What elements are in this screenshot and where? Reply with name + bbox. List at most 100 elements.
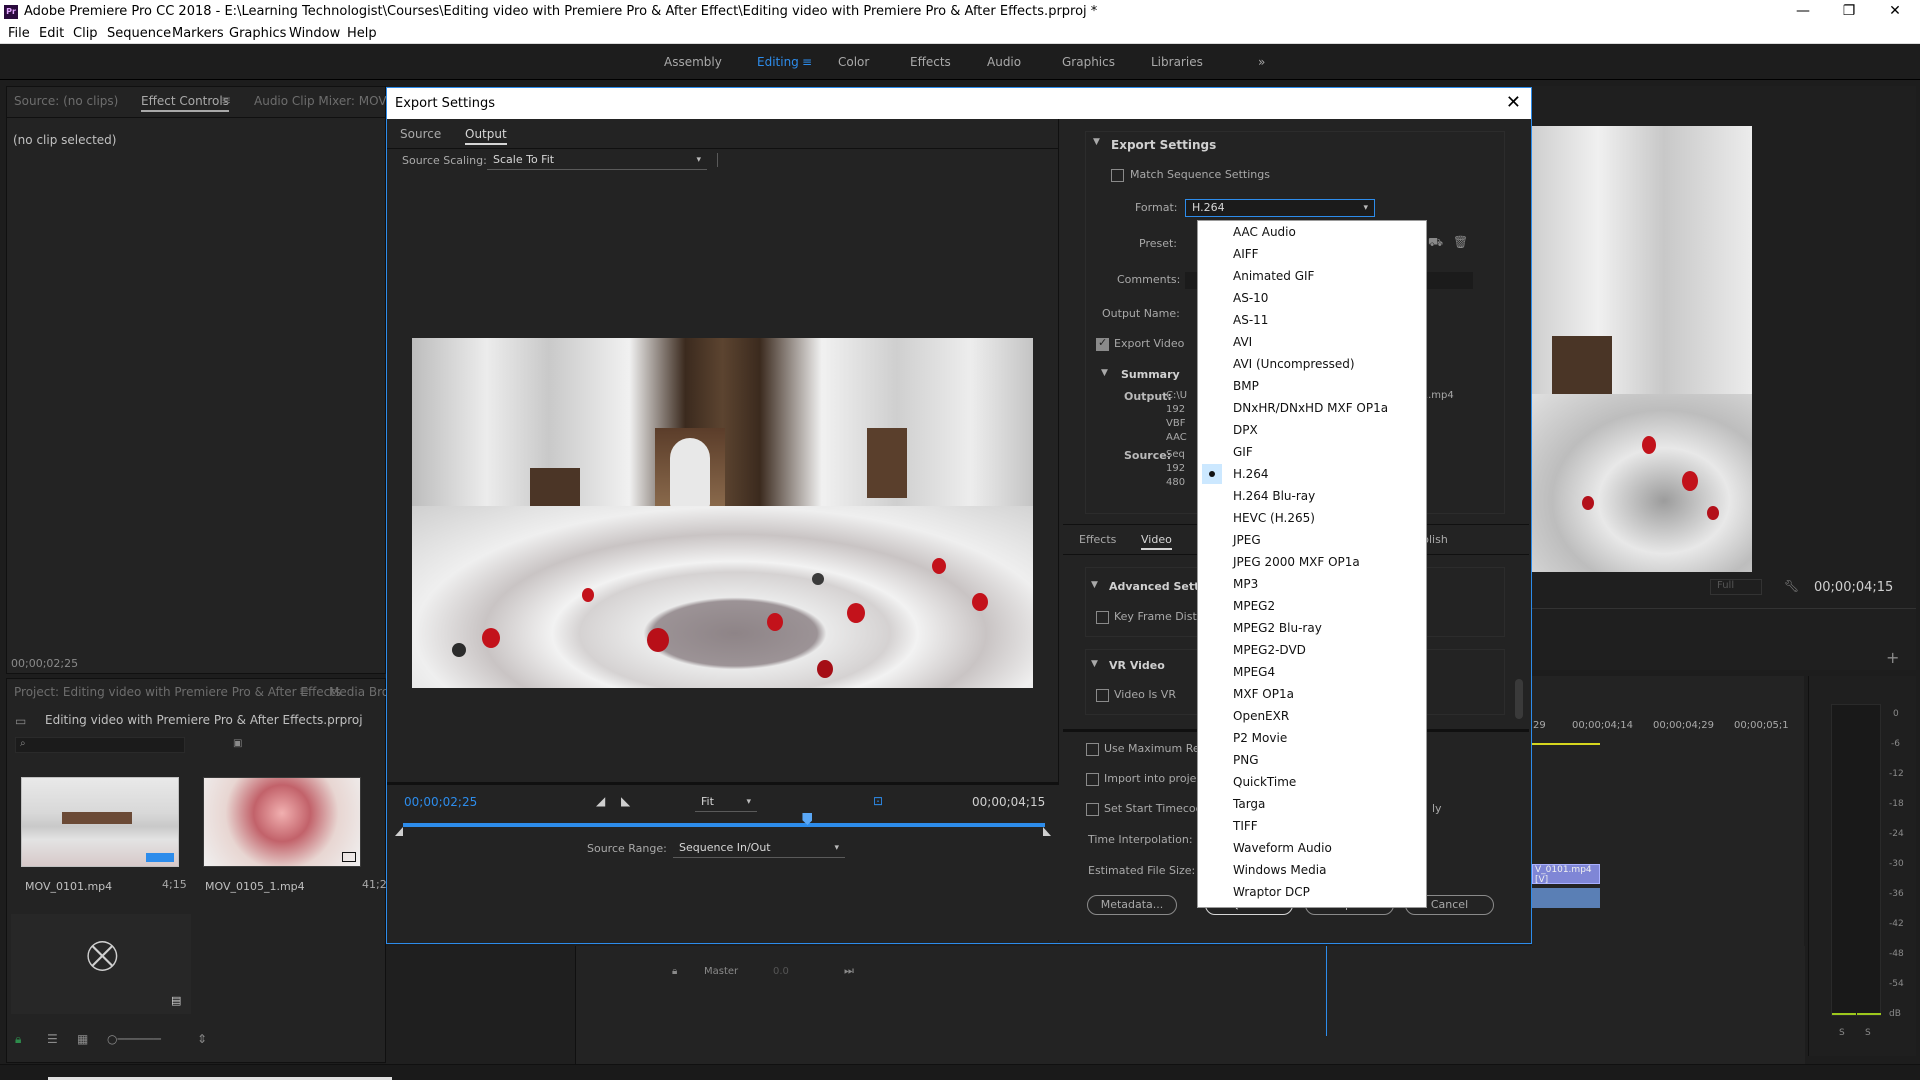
solo-right-button[interactable]: S <box>1865 1028 1871 1038</box>
set-start-timecode-checkbox[interactable] <box>1086 803 1099 816</box>
tab-project[interactable]: Project: Editing video with Premiere Pro… <box>14 685 341 699</box>
workspace-libraries[interactable]: Libraries <box>1151 55 1203 69</box>
tab-video[interactable]: Video <box>1141 533 1172 550</box>
format-select[interactable]: H.264 ▾ <box>1185 199 1375 217</box>
menu-window[interactable]: Window <box>289 26 340 41</box>
menu-sequence[interactable]: Sequence <box>107 26 171 41</box>
format-option-jpeg-2000-mxf-op1a[interactable]: JPEG 2000 MXF OP1a <box>1198 551 1426 573</box>
delete-preset-icon[interactable]: 🗑︎ <box>1453 235 1468 249</box>
match-sequence-checkbox[interactable] <box>1111 169 1124 182</box>
set-out-point-icon[interactable]: ◣ <box>621 794 630 808</box>
format-option-mpeg4[interactable]: MPEG4 <box>1198 661 1426 683</box>
wrench-icon[interactable]: 🔧︎ <box>1784 579 1799 593</box>
key-frame-checkbox[interactable] <box>1096 611 1109 624</box>
solo-left-button[interactable]: S <box>1839 1028 1845 1038</box>
format-option-avi-uncompressed[interactable]: AVI (Uncompressed) <box>1198 353 1426 375</box>
aspect-ratio-icon[interactable]: ⊡ <box>873 794 883 808</box>
work-area-bar[interactable] <box>1532 743 1600 745</box>
scrub-bar[interactable] <box>403 823 1045 827</box>
menu-file[interactable]: File <box>8 26 30 41</box>
format-option-h-264-blu-ray[interactable]: H.264 Blu-ray <box>1198 485 1426 507</box>
tab-effect-controls[interactable]: Effect Controls <box>141 94 229 112</box>
format-option-as-10[interactable]: AS-10 <box>1198 287 1426 309</box>
format-option-aac-audio[interactable]: AAC Audio <box>1198 221 1426 243</box>
format-option-bmp[interactable]: BMP <box>1198 375 1426 397</box>
program-quality-select[interactable]: Full <box>1710 579 1762 595</box>
summary-triangle-icon[interactable]: ▼ <box>1101 368 1108 378</box>
settings-scrollbar[interactable] <box>1515 679 1523 719</box>
workspace-editing[interactable]: Editing <box>757 55 799 69</box>
program-ruler[interactable] <box>1532 608 1916 622</box>
sort-icon[interactable]: ⇕ <box>197 1032 207 1046</box>
lock-track-icon[interactable]: 🔒︎ <box>672 966 677 977</box>
out-point-marker[interactable] <box>1043 827 1051 836</box>
workspace-menu-icon[interactable]: ≡ <box>802 55 812 69</box>
lock-icon[interactable]: 🔒︎ <box>15 1032 21 1047</box>
use-max-render-checkbox[interactable] <box>1086 743 1099 756</box>
format-option-aiff[interactable]: AIFF <box>1198 243 1426 265</box>
format-option-animated-gif[interactable]: Animated GIF <box>1198 265 1426 287</box>
video-is-vr-checkbox[interactable] <box>1096 689 1109 702</box>
tab-effects[interactable]: Effects <box>1079 533 1116 546</box>
workspace-assembly[interactable]: Assembly <box>664 55 722 69</box>
format-option-tiff[interactable]: TIFF <box>1198 815 1426 837</box>
vr-triangle-icon[interactable]: ▼ <box>1091 659 1098 669</box>
format-option-dpx[interactable]: DPX <box>1198 419 1426 441</box>
go-to-end-icon[interactable]: ⏭ <box>844 964 854 978</box>
workspace-graphics[interactable]: Graphics <box>1062 55 1115 69</box>
menu-markers[interactable]: Markers <box>172 26 224 41</box>
format-option-targa[interactable]: Targa <box>1198 793 1426 815</box>
format-option-hevc-h-265[interactable]: HEVC (H.265) <box>1198 507 1426 529</box>
source-range-select[interactable]: Sequence In/Out ▾ <box>673 840 845 858</box>
format-option-png[interactable]: PNG <box>1198 749 1426 771</box>
timeline-clip-video[interactable]: V_0101.mp4 [V] <box>1532 864 1600 885</box>
format-option-p2-movie[interactable]: P2 Movie <box>1198 727 1426 749</box>
menu-help[interactable]: Help <box>347 26 377 41</box>
workspace-color[interactable]: Color <box>838 55 869 69</box>
maximize-icon[interactable]: ❐ <box>1826 0 1872 24</box>
source-scaling-select[interactable]: Scale To Fit ▾ <box>487 152 707 170</box>
format-option-mpeg2-dvd[interactable]: MPEG2-DVD <box>1198 639 1426 661</box>
format-option-waveform-audio[interactable]: Waveform Audio <box>1198 837 1426 859</box>
clip-thumbnail-mov0101[interactable] <box>21 777 179 867</box>
workspace-audio[interactable]: Audio <box>987 55 1021 69</box>
dialog-close-icon[interactable]: ✕ <box>1506 92 1521 113</box>
format-option-wraptor-dcp[interactable]: Wraptor DCP <box>1198 881 1426 903</box>
add-button-icon[interactable]: + <box>1886 648 1899 667</box>
close-window-icon[interactable]: ✕ <box>1872 0 1918 24</box>
minimize-icon[interactable]: — <box>1780 0 1826 24</box>
in-point-marker[interactable] <box>395 827 403 836</box>
zoom-slider[interactable]: ○────── <box>107 1032 161 1046</box>
format-option-mp3[interactable]: MP3 <box>1198 573 1426 595</box>
metadata-button[interactable]: Metadata... <box>1087 895 1177 915</box>
collapse-triangle-icon[interactable]: ▼ <box>1093 137 1100 147</box>
tab-output[interactable]: Output <box>465 127 507 145</box>
format-option-windows-media[interactable]: Windows Media <box>1198 859 1426 881</box>
icon-view-icon[interactable]: ▦ <box>77 1032 88 1046</box>
new-search-bin-icon[interactable]: ▣ <box>233 738 242 749</box>
clip-thumbnail-mov0105[interactable] <box>203 777 361 867</box>
set-in-point-icon[interactable]: ◢ <box>596 794 605 808</box>
format-option-dnxhr-dnxhd-mxf-op1a[interactable]: DNxHR/DNxHD MXF OP1a <box>1198 397 1426 419</box>
format-option-avi[interactable]: AVI <box>1198 331 1426 353</box>
menu-edit[interactable]: Edit <box>39 26 64 41</box>
import-into-project-checkbox[interactable] <box>1086 773 1099 786</box>
format-option-jpeg[interactable]: JPEG <box>1198 529 1426 551</box>
menu-clip[interactable]: Clip <box>73 26 98 41</box>
timeline-playhead[interactable] <box>1326 946 1327 1036</box>
workspace-overflow-icon[interactable]: » <box>1258 55 1265 69</box>
format-option-h-264[interactable]: H.264 <box>1198 463 1426 485</box>
tab-source[interactable]: Source <box>400 127 441 141</box>
tab-source[interactable]: Source: (no clips) <box>14 94 118 108</box>
project-search-input[interactable]: ⌕ <box>15 737 185 753</box>
import-preset-icon[interactable]: ⛟ <box>1428 235 1443 251</box>
export-video-checkbox[interactable] <box>1096 336 1109 351</box>
list-view-icon[interactable]: ☰ <box>47 1032 58 1046</box>
format-option-quicktime[interactable]: QuickTime <box>1198 771 1426 793</box>
timeline-clip-audio[interactable] <box>1532 888 1600 908</box>
workspace-effects[interactable]: Effects <box>910 55 951 69</box>
format-option-mpeg2[interactable]: MPEG2 <box>1198 595 1426 617</box>
format-option-mpeg2-blu-ray[interactable]: MPEG2 Blu-ray <box>1198 617 1426 639</box>
advanced-triangle-icon[interactable]: ▼ <box>1091 580 1098 590</box>
format-option-as-11[interactable]: AS-11 <box>1198 309 1426 331</box>
